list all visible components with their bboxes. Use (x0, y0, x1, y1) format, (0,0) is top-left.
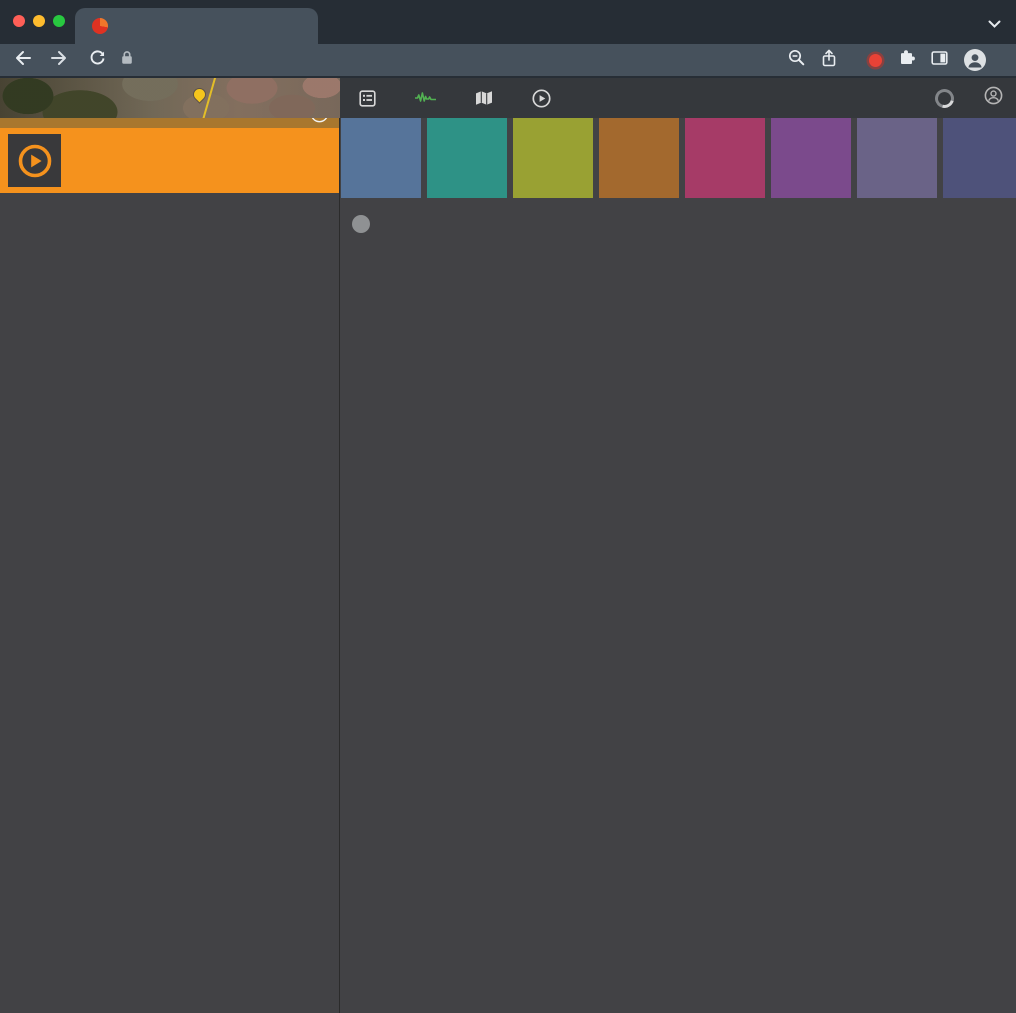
zoom-out-icon[interactable] (788, 49, 805, 71)
account-icon[interactable] (984, 86, 1003, 110)
track-color-tile[interactable] (857, 118, 937, 198)
track-color-tiles (341, 118, 1016, 198)
tracks-panel (340, 118, 1016, 1013)
clip-play-button[interactable] (8, 134, 61, 187)
clip-item[interactable] (0, 128, 339, 193)
reload-button[interactable] (89, 49, 106, 71)
loading-spinner-icon (932, 85, 958, 111)
browser-tab[interactable] (75, 8, 318, 44)
side-panel-icon[interactable] (931, 50, 948, 71)
track-color-tile[interactable] (341, 118, 421, 198)
browser-tab-strip (0, 0, 1016, 44)
app-tab-tocar[interactable] (532, 89, 560, 108)
back-button[interactable] (13, 49, 31, 72)
hint-banner (352, 211, 1010, 233)
antropoloops-app (0, 78, 1016, 1013)
info-icon (359, 90, 376, 107)
app-tab-mapa[interactable] (475, 90, 502, 106)
track-color-tile[interactable] (943, 118, 1016, 198)
fullscreen-window-button[interactable] (53, 15, 65, 27)
app-tab-info[interactable] (359, 90, 385, 107)
header-right-cluster (905, 78, 1016, 118)
clip-body (68, 128, 333, 167)
clips-sidebar (0, 102, 340, 1013)
tab-search-chevron-icon[interactable] (988, 15, 1001, 33)
section-clips (0, 128, 339, 193)
app-content (0, 118, 1016, 1013)
browser-toolbar (0, 44, 1016, 78)
minimize-window-button[interactable] (33, 15, 45, 27)
track-color-tile[interactable] (513, 118, 593, 198)
play-icon (532, 89, 551, 108)
track-color-tile[interactable] (427, 118, 507, 198)
scene-map-thumbnail[interactable] (0, 78, 340, 118)
track-color-tile[interactable] (685, 118, 765, 198)
map-pin-icon (192, 87, 208, 103)
app-header (0, 78, 1016, 118)
app-tab-sonidos[interactable] (415, 92, 445, 104)
profile-avatar[interactable] (964, 49, 986, 71)
close-window-button[interactable] (13, 15, 25, 27)
record-extension-icon[interactable] (869, 54, 882, 67)
wave-icon (415, 92, 436, 104)
forward-button[interactable] (51, 49, 69, 72)
address-bar[interactable] (121, 50, 778, 70)
track-color-tile[interactable] (771, 118, 851, 198)
breadcrumb (0, 90, 24, 107)
extensions-puzzle-icon[interactable] (898, 49, 915, 71)
window-controls (13, 15, 65, 27)
track-color-tile[interactable] (599, 118, 679, 198)
app-nav-tabs (340, 78, 560, 118)
clip-waveform[interactable] (68, 137, 333, 167)
help-icon (352, 215, 370, 233)
share-icon[interactable] (821, 49, 837, 72)
map-icon (475, 90, 493, 106)
lock-icon[interactable] (121, 50, 133, 70)
site-favicon-icon (92, 18, 108, 34)
browser-window (0, 0, 1016, 1013)
